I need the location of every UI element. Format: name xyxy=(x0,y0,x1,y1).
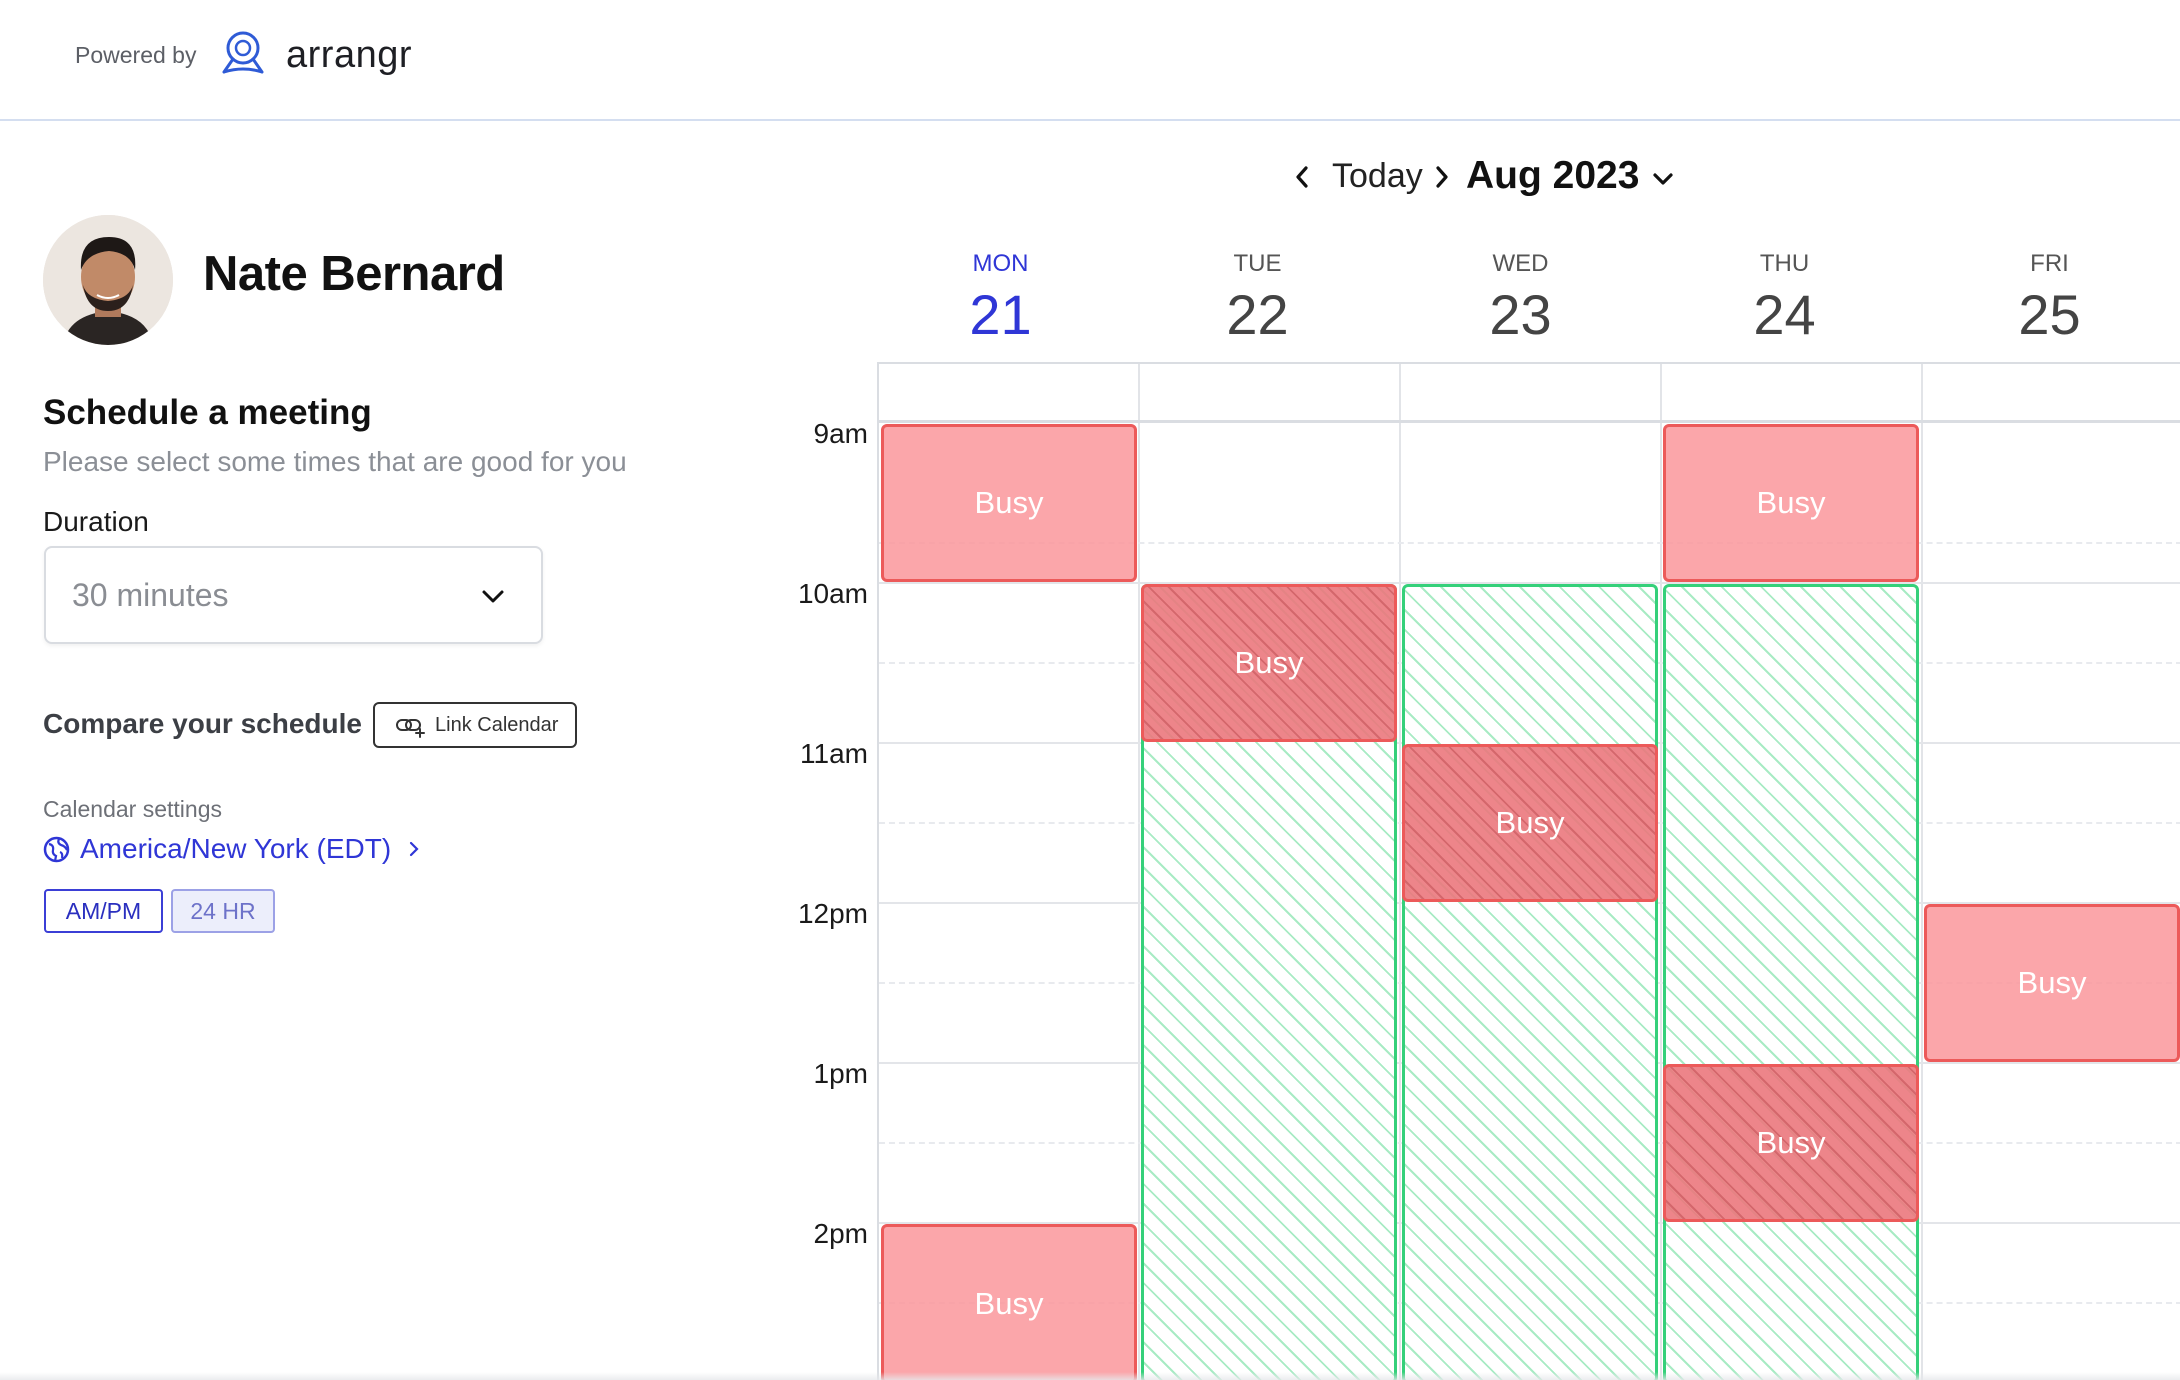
chevron-right-icon[interactable] xyxy=(1430,162,1454,192)
day-name: THU xyxy=(1759,250,1810,277)
time-label: 12pm xyxy=(797,898,868,929)
column-divider xyxy=(1399,364,1401,1380)
calendar-grid[interactable]: Busy Busy Busy Busy Busy Busy Busy xyxy=(877,362,2180,1380)
schedule-subtitle: Please select some times that are good f… xyxy=(43,446,627,477)
busy-label: Busy xyxy=(974,1286,1044,1321)
day-name: MON xyxy=(972,250,1029,277)
day-name: FRI xyxy=(2030,250,2069,277)
busy-block-tue-10am: Busy xyxy=(1141,584,1397,742)
busy-block-thu-9am: Busy xyxy=(1663,424,1919,582)
time-axis: 9am 10am 11am 12pm 1pm 2pm xyxy=(778,0,868,1380)
duration-select[interactable]: 30 minutes xyxy=(44,546,543,644)
top-bar: Powered by arrangr xyxy=(0,0,2180,121)
column-divider xyxy=(1660,364,1662,1380)
time-format-ampm-toggle[interactable]: AM/PM xyxy=(44,889,163,933)
schedule-title: Schedule a meeting xyxy=(43,393,372,432)
day-number: 25 xyxy=(2018,283,2081,346)
host-name: Nate Bernard xyxy=(203,247,505,301)
timezone-label: America/New York (EDT) xyxy=(80,833,392,864)
time-label: 1pm xyxy=(813,1058,868,1089)
day-name: TUE xyxy=(1233,250,1282,277)
day-name: WED xyxy=(1492,250,1549,277)
busy-block-thu-1pm: Busy xyxy=(1663,1064,1919,1222)
day-number: 23 xyxy=(1489,283,1552,346)
avatar-portrait-icon xyxy=(43,215,173,345)
busy-block-mon-9am: Busy xyxy=(881,424,1137,582)
day-header-mon: MON 21 xyxy=(870,250,1131,347)
available-slot-wed[interactable] xyxy=(1402,584,1658,1380)
time-label: 11am xyxy=(800,738,868,769)
chevron-right-icon xyxy=(409,841,419,857)
busy-label: Busy xyxy=(1756,1125,1826,1160)
duration-label: Duration xyxy=(43,506,149,537)
powered-by-text: Powered by xyxy=(75,42,197,68)
busy-block-fri-12pm: Busy xyxy=(1924,904,2180,1062)
today-button[interactable]: Today xyxy=(1332,157,1423,196)
column-divider xyxy=(1921,364,1923,1380)
day-number: 24 xyxy=(1753,283,1816,346)
arrangr-logo-text: arrangr xyxy=(286,34,412,76)
busy-label: Busy xyxy=(1756,485,1826,520)
time-label: 9am xyxy=(813,418,868,449)
duration-value: 30 minutes xyxy=(72,577,229,613)
day-number: 22 xyxy=(1226,283,1289,346)
all-day-divider xyxy=(879,420,2180,423)
bottom-edge xyxy=(0,1372,2180,1380)
available-slot-thu[interactable] xyxy=(1663,584,1919,1380)
link-calendar-label: Link Calendar xyxy=(435,714,559,736)
day-header-tue: TUE 22 xyxy=(1127,250,1388,347)
compare-schedule-label: Compare your schedule xyxy=(43,708,362,739)
day-header-thu: THU 24 xyxy=(1654,250,1915,347)
host-avatar xyxy=(43,215,173,345)
day-header-fri: FRI 25 xyxy=(1919,250,2180,347)
arrangr-logo-icon xyxy=(222,31,264,74)
busy-label: Busy xyxy=(2017,965,2087,1000)
day-number: 21 xyxy=(969,283,1032,346)
chevron-left-icon[interactable] xyxy=(1290,162,1314,192)
busy-label: Busy xyxy=(974,485,1044,520)
time-label: 10am xyxy=(797,578,868,609)
day-header-wed: WED 23 xyxy=(1390,250,1651,347)
time-format-24hr-toggle[interactable]: 24 HR xyxy=(171,889,275,933)
busy-block-wed-11am: Busy xyxy=(1402,744,1658,902)
globe-icon xyxy=(43,836,70,863)
chevron-down-icon[interactable] xyxy=(1650,166,1676,192)
calendar-settings-label: Calendar settings xyxy=(43,796,222,822)
chevron-down-icon xyxy=(482,590,504,603)
link-plus-icon xyxy=(396,719,425,738)
time-label: 2pm xyxy=(813,1218,868,1249)
busy-label: Busy xyxy=(1495,805,1565,840)
busy-label: Busy xyxy=(1234,645,1304,680)
column-divider xyxy=(1138,364,1140,1380)
link-calendar-button[interactable]: Link Calendar xyxy=(373,702,577,748)
busy-block-mon-2pm: Busy xyxy=(881,1224,1137,1380)
month-selector[interactable]: Aug 2023 xyxy=(1466,154,1639,198)
